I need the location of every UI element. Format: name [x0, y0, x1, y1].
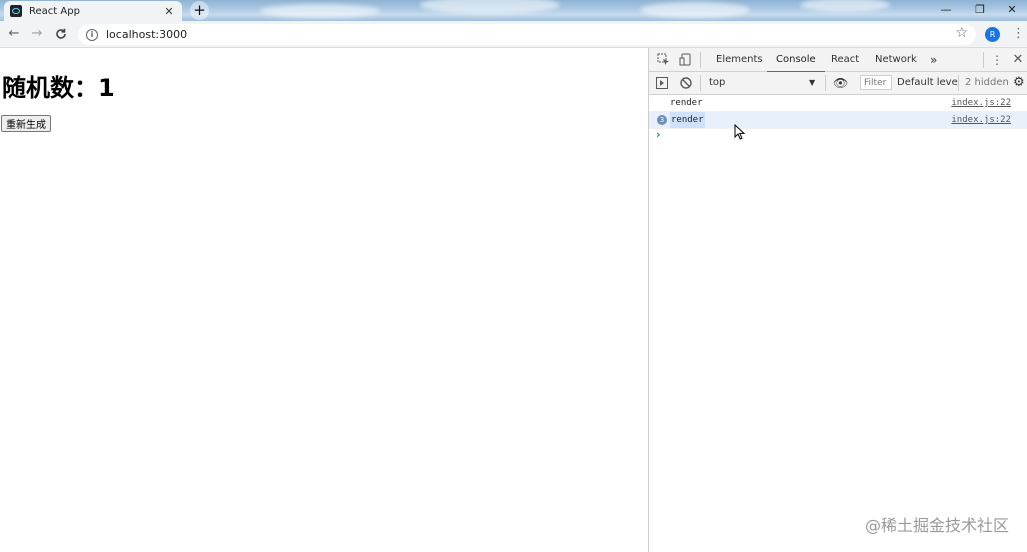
- back-arrow-icon[interactable]: ←: [5, 25, 23, 43]
- regenerate-button[interactable]: 重新生成: [1, 115, 51, 132]
- console-filter-input[interactable]: Filter: [860, 75, 892, 90]
- console-toolbar: top ▼ 👁 Filter Default leve 2 hidden ⚙: [649, 72, 1027, 95]
- console-message-text[interactable]: render: [670, 95, 703, 111]
- hidden-count: 2 hidden: [965, 77, 1009, 88]
- new-tab-button[interactable]: +: [190, 1, 209, 20]
- log-levels-select[interactable]: Default leve: [897, 72, 958, 94]
- tab-react[interactable]: React: [831, 48, 859, 71]
- devtools-close-icon[interactable]: ✕: [1011, 53, 1025, 67]
- sky-cloud: [420, 0, 560, 14]
- console-message-source-link[interactable]: index.js:22: [951, 112, 1011, 128]
- sky-cloud: [640, 2, 750, 18]
- sky-cloud: [260, 4, 380, 18]
- mouse-cursor-icon: [734, 123, 746, 144]
- console-settings-gear-icon[interactable]: ⚙: [1013, 72, 1025, 94]
- sky-cloud: [800, 0, 890, 12]
- divider: [958, 75, 959, 91]
- divider: [983, 52, 984, 68]
- bookmark-star-icon[interactable]: ☆: [955, 25, 968, 41]
- random-number-heading: 随机数：1: [2, 74, 115, 102]
- react-favicon-icon: [10, 5, 22, 17]
- url-text[interactable]: localhost:3000: [106, 28, 187, 41]
- inspect-element-icon[interactable]: [656, 53, 670, 67]
- restore-button[interactable]: ❐: [964, 0, 996, 21]
- device-toggle-icon[interactable]: [678, 53, 692, 67]
- browser-menu-icon[interactable]: ⋮: [1012, 26, 1025, 42]
- console-message-text[interactable]: render: [670, 112, 705, 128]
- divider: [700, 52, 701, 68]
- tab-title: React App: [29, 5, 80, 17]
- watermark: @稀土掘金技术社区: [864, 516, 1009, 535]
- live-expression-eye-icon[interactable]: 👁: [833, 72, 848, 94]
- clear-console-icon[interactable]: [680, 72, 692, 94]
- reload-icon[interactable]: [52, 25, 70, 43]
- divider: [825, 75, 826, 91]
- address-bar[interactable]: i localhost:3000 ☆: [78, 24, 976, 45]
- repeat-count-badge: 3: [657, 115, 667, 125]
- tab-network[interactable]: Network: [875, 48, 917, 71]
- page-viewport: 随机数：1 重新生成: [0, 48, 648, 552]
- console-prompt-input[interactable]: ›: [656, 128, 661, 141]
- minimize-button[interactable]: —: [930, 0, 962, 21]
- tab-console[interactable]: Console: [767, 48, 825, 73]
- forward-arrow-icon[interactable]: →: [28, 25, 46, 43]
- close-window-button[interactable]: ✕: [996, 0, 1027, 21]
- more-tabs-icon[interactable]: »: [930, 48, 937, 71]
- profile-avatar[interactable]: R: [985, 27, 1000, 42]
- sidebar-toggle-icon[interactable]: [656, 72, 668, 94]
- browser-toolbar: ← → i localhost:3000 ☆ R ⋮: [0, 21, 1027, 48]
- console-messages: render index.js:22 3 render index.js:22 …: [649, 95, 1027, 141]
- console-message: 3 render index.js:22: [649, 112, 1027, 129]
- console-message-source-link[interactable]: index.js:22: [951, 95, 1011, 111]
- devtools-panel: Elements Console React Network » ⋮ ✕ top…: [648, 48, 1027, 552]
- context-select[interactable]: top: [709, 72, 725, 94]
- browser-tab[interactable]: React App ✕: [4, 1, 182, 21]
- tab-close-icon[interactable]: ✕: [162, 5, 176, 18]
- browser-title-bar: React App ✕ + — ❐ ✕: [0, 0, 1027, 21]
- tab-elements[interactable]: Elements: [716, 48, 763, 71]
- context-dropdown-icon[interactable]: ▼: [809, 72, 815, 94]
- info-icon[interactable]: i: [86, 28, 98, 41]
- divider: [700, 75, 701, 91]
- devtools-menu-icon[interactable]: ⋮: [990, 53, 1004, 67]
- devtools-tab-bar: Elements Console React Network » ⋮ ✕: [649, 48, 1027, 73]
- console-message: render index.js:22: [649, 95, 1027, 112]
